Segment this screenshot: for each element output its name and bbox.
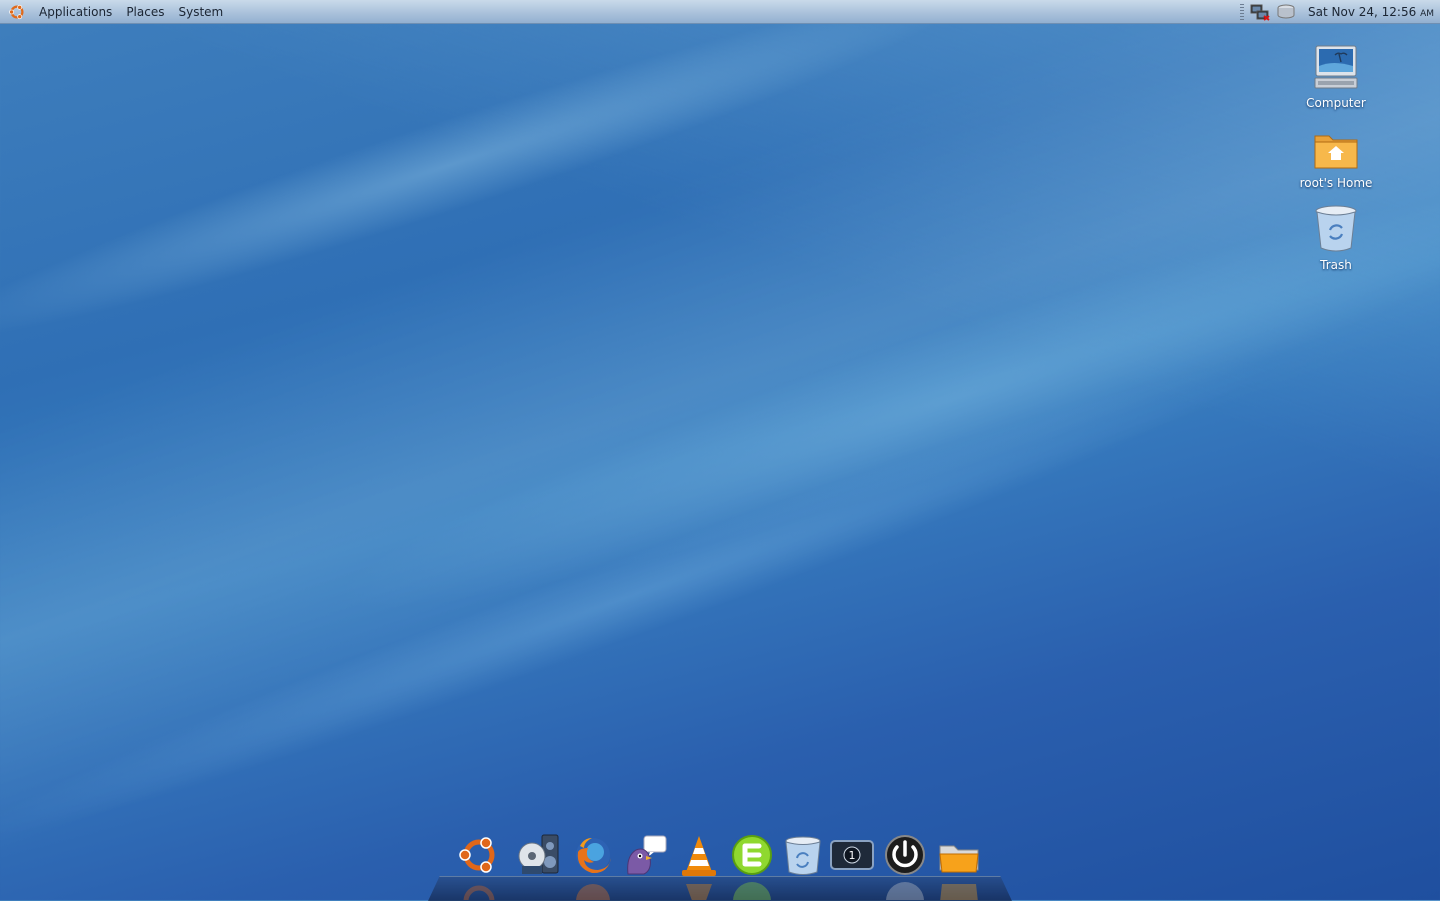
clock-time: Sat Nov 24, 12:56 (1308, 4, 1417, 19)
menu-applications[interactable]: Applications (32, 5, 119, 19)
menu-system[interactable]: System (171, 5, 230, 19)
network-icon[interactable] (1250, 3, 1270, 21)
dock-reflection (936, 878, 982, 900)
system-tray: Sat Nov 24, 12:56 AM (1240, 3, 1440, 21)
top-panel: Applications Places System Sat Nov 24, 1… (0, 0, 1440, 24)
desktop-icon-computer[interactable]: Computer (1291, 44, 1381, 110)
dock-item-folder[interactable] (936, 832, 982, 878)
dock-item-trash[interactable] (780, 832, 826, 878)
disk-icon[interactable] (1276, 3, 1296, 21)
wallpaper-streak (0, 322, 1292, 878)
menu-places[interactable]: Places (119, 5, 171, 19)
dock-item-power[interactable] (882, 832, 928, 878)
workspace-switcher-icon: 1 (830, 840, 874, 870)
wallpaper-streak (0, 0, 987, 378)
ubuntu-icon (459, 837, 495, 873)
trash-icon (1315, 205, 1357, 252)
dock-reflection (676, 878, 722, 900)
trash-icon (785, 836, 821, 875)
dock-item-evernote[interactable] (729, 832, 775, 878)
dock-item-pidgin[interactable] (622, 832, 668, 878)
desktop-icon-label: Computer (1306, 96, 1366, 110)
svg-text:1: 1 (849, 849, 856, 862)
tray-grip[interactable] (1240, 3, 1245, 20)
dock-reflection (882, 878, 928, 900)
dock-item-ubuntu[interactable] (456, 832, 502, 878)
wallpaper-streak (310, 132, 1440, 668)
evernote-icon (732, 835, 772, 875)
home-folder-icon (1314, 135, 1358, 169)
dock-item-media-player[interactable] (516, 832, 562, 878)
power-icon (885, 835, 925, 875)
dock-reflection (729, 878, 775, 900)
dock-item-vlc[interactable] (676, 832, 722, 878)
pidgin-icon (627, 835, 667, 875)
dock-reflection (570, 878, 616, 900)
clock[interactable]: Sat Nov 24, 12:56 AM (1308, 5, 1434, 19)
firefox-icon (576, 838, 611, 874)
dock-item-firefox[interactable] (570, 832, 616, 878)
desktop-icon-label: root's Home (1299, 176, 1373, 190)
ubuntu-logo-icon[interactable] (8, 3, 26, 21)
desktop-icon-trash[interactable]: Trash (1291, 204, 1381, 272)
vlc-icon (682, 836, 716, 876)
computer-icon (1314, 45, 1358, 89)
dock-item-workspace-switcher[interactable]: 1 (829, 832, 875, 878)
media-player-icon (518, 834, 559, 874)
desktop-icon-home[interactable]: root's Home (1291, 128, 1381, 190)
dock-reflection (456, 878, 502, 900)
folder-icon (939, 845, 979, 873)
clock-ampm: AM (1420, 8, 1434, 19)
desktop-icon-label: Trash (1320, 258, 1352, 272)
